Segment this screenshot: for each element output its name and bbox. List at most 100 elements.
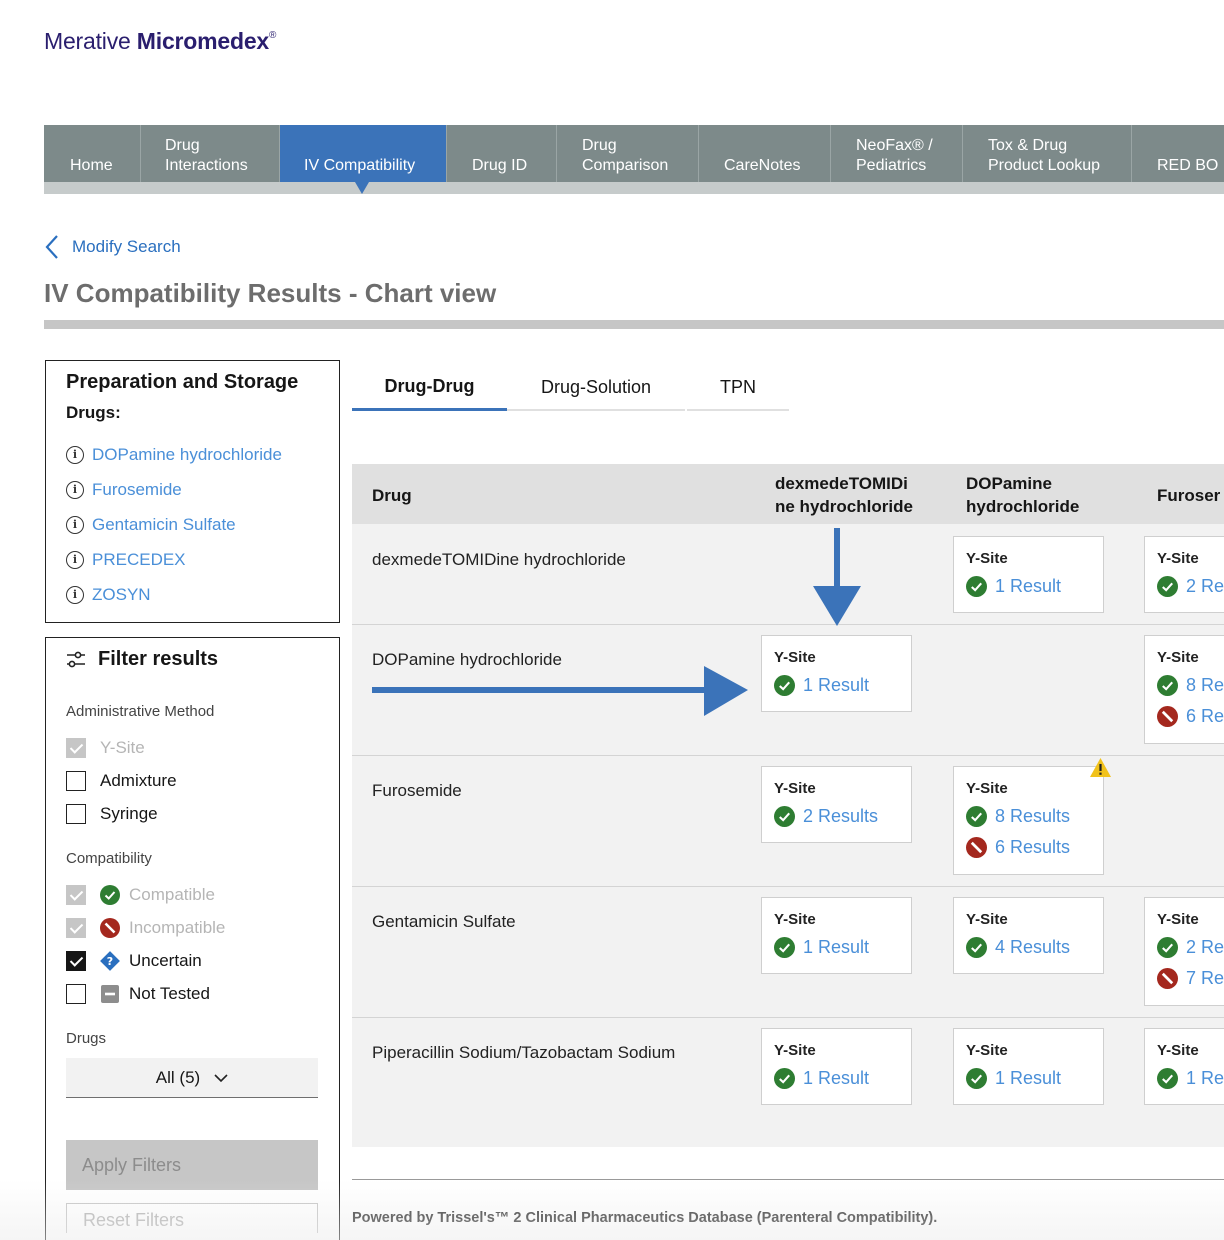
nav-item-home[interactable]: Home bbox=[44, 125, 141, 182]
checkbox[interactable] bbox=[66, 950, 86, 971]
info-icon: i bbox=[66, 480, 84, 499]
incompatible-result-link[interactable]: 7 Re bbox=[1157, 963, 1224, 994]
compatible-result-link[interactable]: 1 Result bbox=[774, 670, 899, 701]
prep-drug-link[interactable]: i PRECEDEX bbox=[66, 542, 319, 577]
compatible-result-link[interactable]: 1 Result bbox=[774, 932, 899, 963]
compatible-result-link[interactable]: 1 Result bbox=[774, 1063, 899, 1094]
compatible-result-link[interactable]: 1 Result bbox=[966, 571, 1091, 602]
nav-item-drug-interactions[interactable]: Drug Interactions bbox=[141, 125, 280, 182]
filter-compatible[interactable]: Compatible bbox=[66, 878, 319, 911]
result-cell[interactable]: Y-Site 1 Result bbox=[953, 536, 1104, 613]
result-cell[interactable]: Y-Site 1 Result bbox=[953, 1028, 1104, 1105]
compatible-result-link[interactable]: 2 Re bbox=[1157, 932, 1224, 963]
result-count: 1 Result bbox=[803, 1068, 870, 1088]
column-header-line: hydrochloride bbox=[966, 497, 1080, 516]
result-cell[interactable]: Y-Site 1 Result bbox=[761, 897, 912, 974]
incompatible-result-link[interactable]: 6 Results bbox=[966, 832, 1091, 863]
filter-label: Incompatible bbox=[129, 917, 226, 937]
result-cell[interactable]: Y-Site 1 Re bbox=[1144, 1028, 1224, 1105]
drug-column-header: Drug bbox=[372, 486, 412, 505]
drugs-filter-label: Drugs bbox=[66, 1030, 107, 1047]
modify-search-label: Modify Search bbox=[72, 237, 181, 256]
checkbox[interactable] bbox=[66, 983, 86, 1004]
result-count: 7 Re bbox=[1186, 968, 1224, 988]
compatible-icon bbox=[966, 1068, 987, 1089]
result-count: 2 Re bbox=[1186, 937, 1224, 957]
row-label-piperacillin: Piperacillin Sodium/Tazobactam Sodium bbox=[372, 1043, 676, 1062]
compatible-result-link[interactable]: 1 Re bbox=[1157, 1063, 1224, 1094]
checkbox[interactable] bbox=[66, 917, 86, 938]
filter-label: Syringe bbox=[100, 803, 158, 823]
result-cell[interactable]: Y-Site 2 Re 7 Re bbox=[1144, 897, 1224, 1006]
prep-drug-link[interactable]: i Furosemide bbox=[66, 472, 319, 507]
info-icon: i bbox=[66, 585, 84, 604]
nav-label: Drug ID bbox=[472, 157, 528, 174]
row-divider bbox=[352, 886, 1224, 887]
tab-tpn[interactable]: TPN bbox=[687, 365, 789, 411]
result-count: 2 Re bbox=[1186, 576, 1224, 596]
filter-incompatible[interactable]: Incompatible bbox=[66, 911, 319, 944]
filter-ysite[interactable]: Y-Site bbox=[66, 731, 319, 764]
compatible-result-link[interactable]: 8 Results bbox=[966, 801, 1091, 832]
apply-filters-button[interactable]: Apply Filters bbox=[66, 1140, 318, 1190]
filter-not-tested[interactable]: Not Tested bbox=[66, 977, 319, 1010]
prep-drug-name: ZOSYN bbox=[92, 584, 151, 604]
result-cell[interactable]: Y-Site 4 Results bbox=[953, 897, 1104, 974]
prep-drug-link[interactable]: i Gentamicin Sulfate bbox=[66, 507, 319, 542]
warning-icon[interactable] bbox=[1089, 757, 1112, 778]
result-cell[interactable]: Y-Site 8 Results 6 Results bbox=[953, 766, 1104, 875]
filter-label: Uncertain bbox=[129, 950, 202, 970]
result-cell[interactable]: Y-Site 8 Re 6 Re bbox=[1144, 635, 1224, 744]
nav-label: CareNotes bbox=[724, 157, 801, 174]
drugs-select-value: All (5) bbox=[155, 1067, 201, 1087]
filter-admixture[interactable]: Admixture bbox=[66, 764, 319, 797]
compatible-result-link[interactable]: 2 Results bbox=[774, 801, 899, 832]
filter-syringe[interactable]: Syringe bbox=[66, 797, 319, 830]
compatible-result-link[interactable]: 1 Result bbox=[966, 1063, 1091, 1094]
nav-label: Product Lookup bbox=[988, 157, 1101, 174]
nav-item-neofax[interactable]: NeoFax® / Pediatrics bbox=[831, 125, 963, 182]
checkbox[interactable] bbox=[66, 884, 86, 905]
checkbox[interactable] bbox=[66, 770, 86, 791]
result-cell[interactable]: Y-Site 2 Results bbox=[761, 766, 912, 843]
compatible-icon bbox=[966, 806, 987, 827]
row-label-dexmedetomidine: dexmedeTOMIDine hydrochloride bbox=[372, 550, 626, 569]
compatible-result-link[interactable]: 2 Re bbox=[1157, 571, 1224, 602]
result-count: 2 Results bbox=[803, 806, 879, 826]
compatible-result-link[interactable]: 8 Re bbox=[1157, 670, 1224, 701]
incompatible-result-link[interactable]: 6 Re bbox=[1157, 701, 1224, 732]
column-header-dopamine: DOPamine hydrochloride bbox=[966, 472, 1079, 518]
checkbox[interactable] bbox=[66, 803, 86, 824]
info-icon: i bbox=[66, 445, 84, 464]
reset-filters-button[interactable]: Reset Filters bbox=[66, 1203, 318, 1233]
admin-method-label: Administrative Method bbox=[66, 703, 215, 720]
active-tab-caret bbox=[355, 182, 369, 194]
filter-panel: Filter results Administrative Method Y-S… bbox=[45, 637, 340, 1240]
nav-item-tox-drug-lookup[interactable]: Tox & Drug Product Lookup bbox=[963, 125, 1132, 182]
tab-drug-solution[interactable]: Drug-Solution bbox=[507, 365, 685, 411]
result-cell[interactable]: Y-Site 2 Re bbox=[1144, 536, 1224, 613]
nav-item-carenotes[interactable]: CareNotes bbox=[699, 125, 831, 182]
compatible-result-link[interactable]: 4 Results bbox=[966, 932, 1091, 963]
modify-search-link[interactable]: Modify Search bbox=[44, 234, 181, 260]
brand-logo[interactable]: Merative Micromedex® bbox=[44, 28, 276, 55]
chevron-left-icon bbox=[45, 235, 58, 259]
incompatible-icon bbox=[1157, 968, 1178, 989]
filter-uncertain[interactable]: ? Uncertain bbox=[66, 944, 319, 977]
checkbox[interactable] bbox=[66, 737, 86, 758]
filter-sliders-icon bbox=[67, 651, 85, 667]
nav-item-iv-compatibility[interactable]: IV Compatibility bbox=[280, 125, 447, 182]
prep-drug-link[interactable]: i ZOSYN bbox=[66, 577, 319, 612]
tab-drug-drug[interactable]: Drug-Drug bbox=[352, 365, 507, 411]
prep-drug-link[interactable]: i DOPamine hydrochloride bbox=[66, 437, 319, 472]
method-label: Y-Site bbox=[1157, 1042, 1199, 1059]
nav-item-red-book[interactable]: RED BO bbox=[1132, 125, 1224, 182]
column-header-line: ne hydrochloride bbox=[775, 497, 913, 516]
not-tested-icon bbox=[101, 984, 119, 1003]
drugs-select[interactable]: All (5) bbox=[66, 1058, 318, 1098]
nav-item-drug-id[interactable]: Drug ID bbox=[447, 125, 557, 182]
result-cell[interactable]: Y-Site 1 Result bbox=[761, 635, 912, 712]
result-cell[interactable]: Y-Site 1 Result bbox=[761, 1028, 912, 1105]
nav-item-drug-comparison[interactable]: Drug Comparison bbox=[557, 125, 699, 182]
logo-word-light: Merative bbox=[44, 28, 131, 54]
